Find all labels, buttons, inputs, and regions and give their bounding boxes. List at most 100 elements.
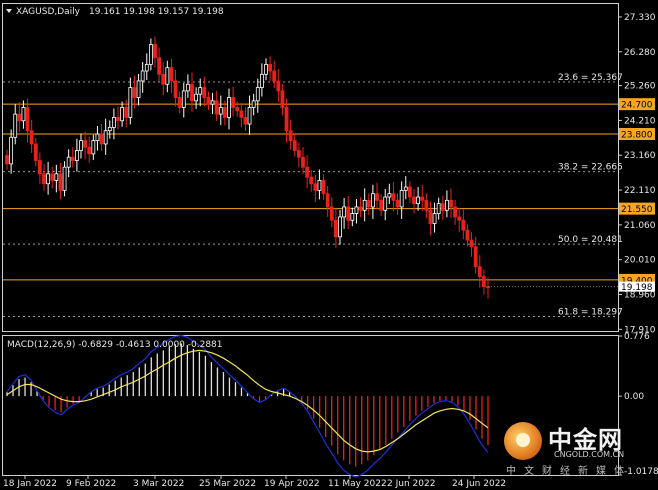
candle-body bbox=[124, 107, 129, 118]
watermark: 中金网 CNGOLD.COM.CN 中文财经新媒体 bbox=[500, 418, 655, 478]
candle-body bbox=[165, 67, 170, 85]
level-price-label: 21.550 bbox=[621, 205, 653, 215]
candle-body bbox=[74, 150, 79, 161]
candle-body bbox=[181, 90, 186, 108]
candle-body bbox=[25, 107, 30, 132]
fib-label: 61.8 = 18.297 bbox=[558, 308, 623, 318]
candle-body bbox=[412, 196, 416, 205]
price-tick-label: 24.210 bbox=[624, 116, 656, 126]
candle-body bbox=[231, 97, 236, 108]
watermark-subtitle: 中文财经新媒体 bbox=[506, 466, 632, 477]
candle-body bbox=[449, 199, 453, 208]
candle-body bbox=[296, 150, 301, 158]
candle-body bbox=[227, 97, 231, 118]
candle-body bbox=[346, 206, 351, 221]
candle-body bbox=[194, 93, 199, 102]
fib-label: 23.6 = 25.367 bbox=[558, 73, 623, 83]
candle-body bbox=[222, 107, 227, 118]
candle-body bbox=[169, 67, 174, 82]
candle-body bbox=[54, 173, 59, 181]
time-axis: 18 Jan 2022 9 Feb 2022 3 Mar 2022 25 Mar 20… bbox=[3, 475, 506, 489]
candle-body bbox=[132, 87, 137, 98]
candle-body bbox=[136, 80, 141, 98]
candle-body bbox=[42, 173, 46, 185]
candle-body bbox=[379, 199, 384, 211]
candle-body bbox=[272, 70, 277, 82]
candle-body bbox=[235, 107, 240, 112]
macd-indicator bbox=[6, 334, 489, 478]
chart-symbol: XAGUSD,Daily bbox=[16, 7, 81, 17]
candle-body bbox=[99, 133, 104, 145]
dropdown-triangle-icon[interactable] bbox=[6, 9, 12, 13]
candle-body bbox=[469, 239, 474, 248]
candle-body bbox=[461, 219, 466, 231]
main-panel-frame bbox=[2, 3, 619, 332]
candle-body bbox=[350, 213, 355, 221]
candle-body bbox=[420, 196, 425, 201]
candle-body bbox=[338, 216, 342, 238]
candle-body bbox=[13, 113, 18, 138]
time-tick-label: 18 Jan 2022 bbox=[3, 479, 57, 489]
chart-ohlc: 19.161 19.198 19.157 19.198 bbox=[89, 7, 224, 17]
candle-body bbox=[362, 199, 367, 211]
candle-body bbox=[329, 206, 334, 221]
candle-body bbox=[185, 83, 190, 92]
candle-body bbox=[276, 80, 281, 92]
candle-body bbox=[387, 193, 392, 198]
candle-body bbox=[111, 117, 116, 128]
fib-label: 50.0 = 20.481 bbox=[558, 235, 623, 245]
candle-body bbox=[120, 107, 125, 122]
candle-body bbox=[116, 117, 120, 122]
candle-body bbox=[255, 87, 260, 102]
price-tick-label: 23.160 bbox=[624, 151, 656, 161]
candle-body bbox=[416, 196, 421, 205]
candle-body bbox=[91, 140, 96, 155]
candle-body bbox=[173, 80, 178, 98]
fib-label: 38.2 = 22.665 bbox=[558, 163, 623, 173]
candle-body bbox=[395, 199, 400, 208]
candle-body bbox=[391, 193, 396, 201]
candle-body bbox=[214, 100, 219, 115]
candle-body bbox=[432, 213, 437, 224]
price-tick-label: 25.260 bbox=[624, 82, 656, 92]
price-chart[interactable]: 24.70023.80021.55019.400 23.6 = 25.36738… bbox=[0, 0, 658, 490]
time-tick-label: 3 Mar 2022 bbox=[133, 479, 184, 489]
level-price-label: 23.800 bbox=[621, 131, 653, 141]
candle-body bbox=[62, 166, 67, 191]
candle-body bbox=[358, 206, 363, 211]
candle-body bbox=[313, 183, 318, 191]
candle-body bbox=[399, 189, 404, 208]
candle-body bbox=[243, 117, 248, 125]
time-tick-label: 11 May 2022 bbox=[328, 479, 387, 489]
candle-body bbox=[202, 87, 207, 98]
fibonacci-levels: 23.6 = 25.367 38.2 = 22.665 50.0 = 20.481 6… bbox=[3, 73, 623, 318]
horizontal-levels: 24.70023.80021.55019.400 bbox=[3, 98, 655, 286]
candle-body bbox=[206, 97, 211, 105]
time-tick-label: 19 Apr 2022 bbox=[264, 479, 320, 489]
candle-body bbox=[66, 156, 71, 168]
price-tick-label: 26.280 bbox=[624, 48, 656, 58]
candle-body bbox=[239, 110, 244, 118]
candle-body bbox=[305, 166, 310, 178]
candle-body bbox=[309, 176, 314, 185]
candle-body bbox=[198, 87, 203, 95]
candle-body bbox=[177, 97, 182, 108]
candle-body bbox=[370, 193, 375, 208]
candle-body bbox=[325, 193, 330, 208]
time-tick-label: 24 Jun 2022 bbox=[452, 479, 506, 489]
candle-body bbox=[301, 156, 305, 168]
candle-body bbox=[46, 173, 51, 185]
candle-body bbox=[148, 44, 153, 65]
candle-body bbox=[95, 133, 100, 142]
candle-body bbox=[280, 90, 285, 108]
candle-body bbox=[210, 100, 215, 105]
candle-body bbox=[21, 107, 26, 122]
candle-body bbox=[33, 143, 38, 161]
macd-tick-label: 0.00 bbox=[624, 392, 644, 402]
candle-body bbox=[444, 199, 449, 211]
candle-body bbox=[103, 130, 108, 145]
candle-body bbox=[284, 107, 289, 132]
candle-body bbox=[17, 113, 22, 122]
candle-body bbox=[288, 130, 293, 142]
candle-body bbox=[29, 130, 34, 145]
